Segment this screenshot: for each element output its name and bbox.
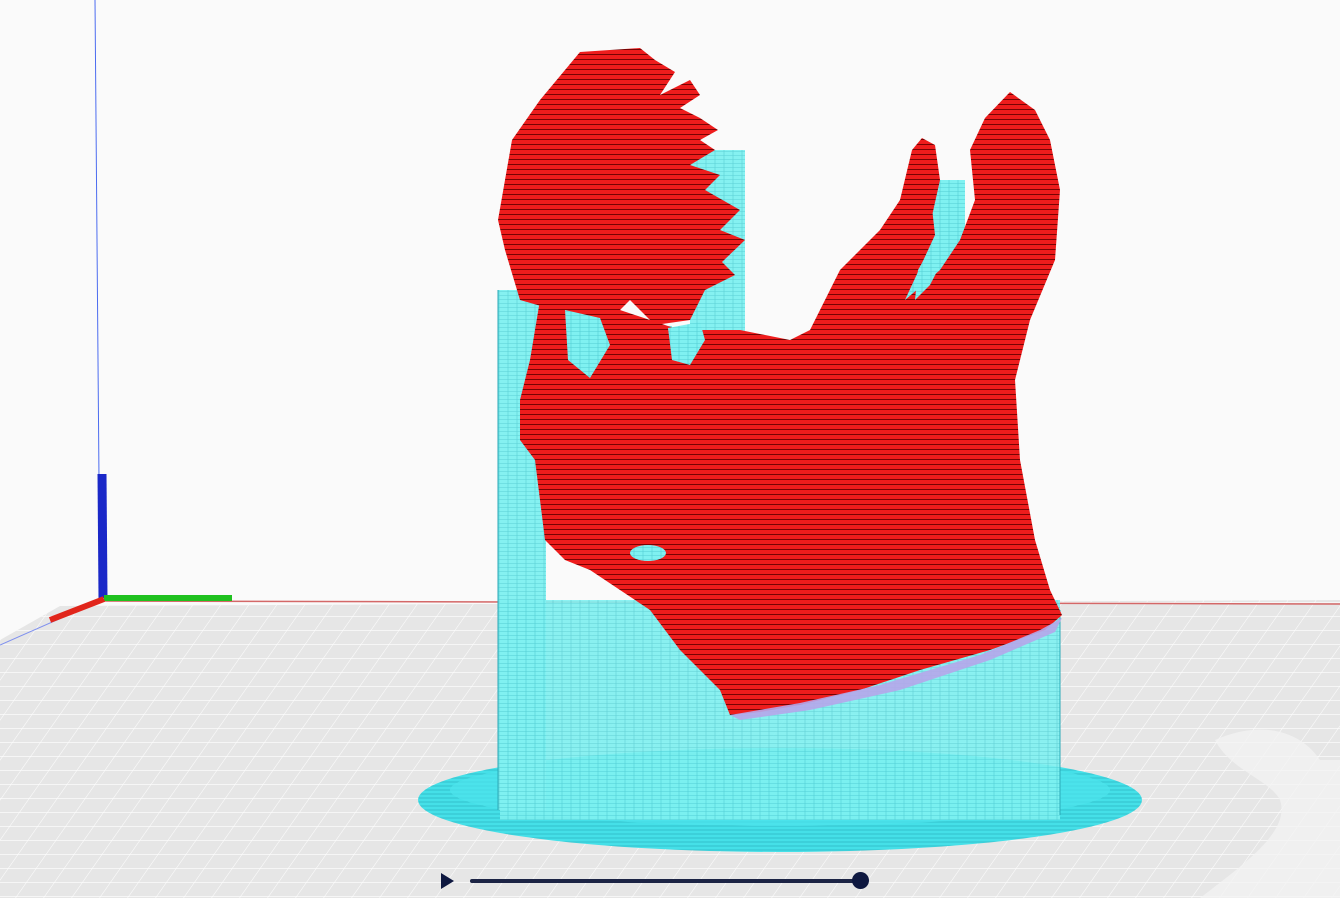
- layer-view-scene[interactable]: [0, 0, 1340, 898]
- simulation-slider-handle[interactable]: [852, 872, 869, 889]
- 3d-viewport[interactable]: [0, 0, 1340, 898]
- play-icon: [441, 873, 454, 889]
- simulation-playbar: [436, 866, 876, 896]
- z-axis-icon: [97, 473, 108, 599]
- play-button[interactable]: [436, 870, 458, 892]
- simulation-slider-track[interactable]: [470, 879, 862, 883]
